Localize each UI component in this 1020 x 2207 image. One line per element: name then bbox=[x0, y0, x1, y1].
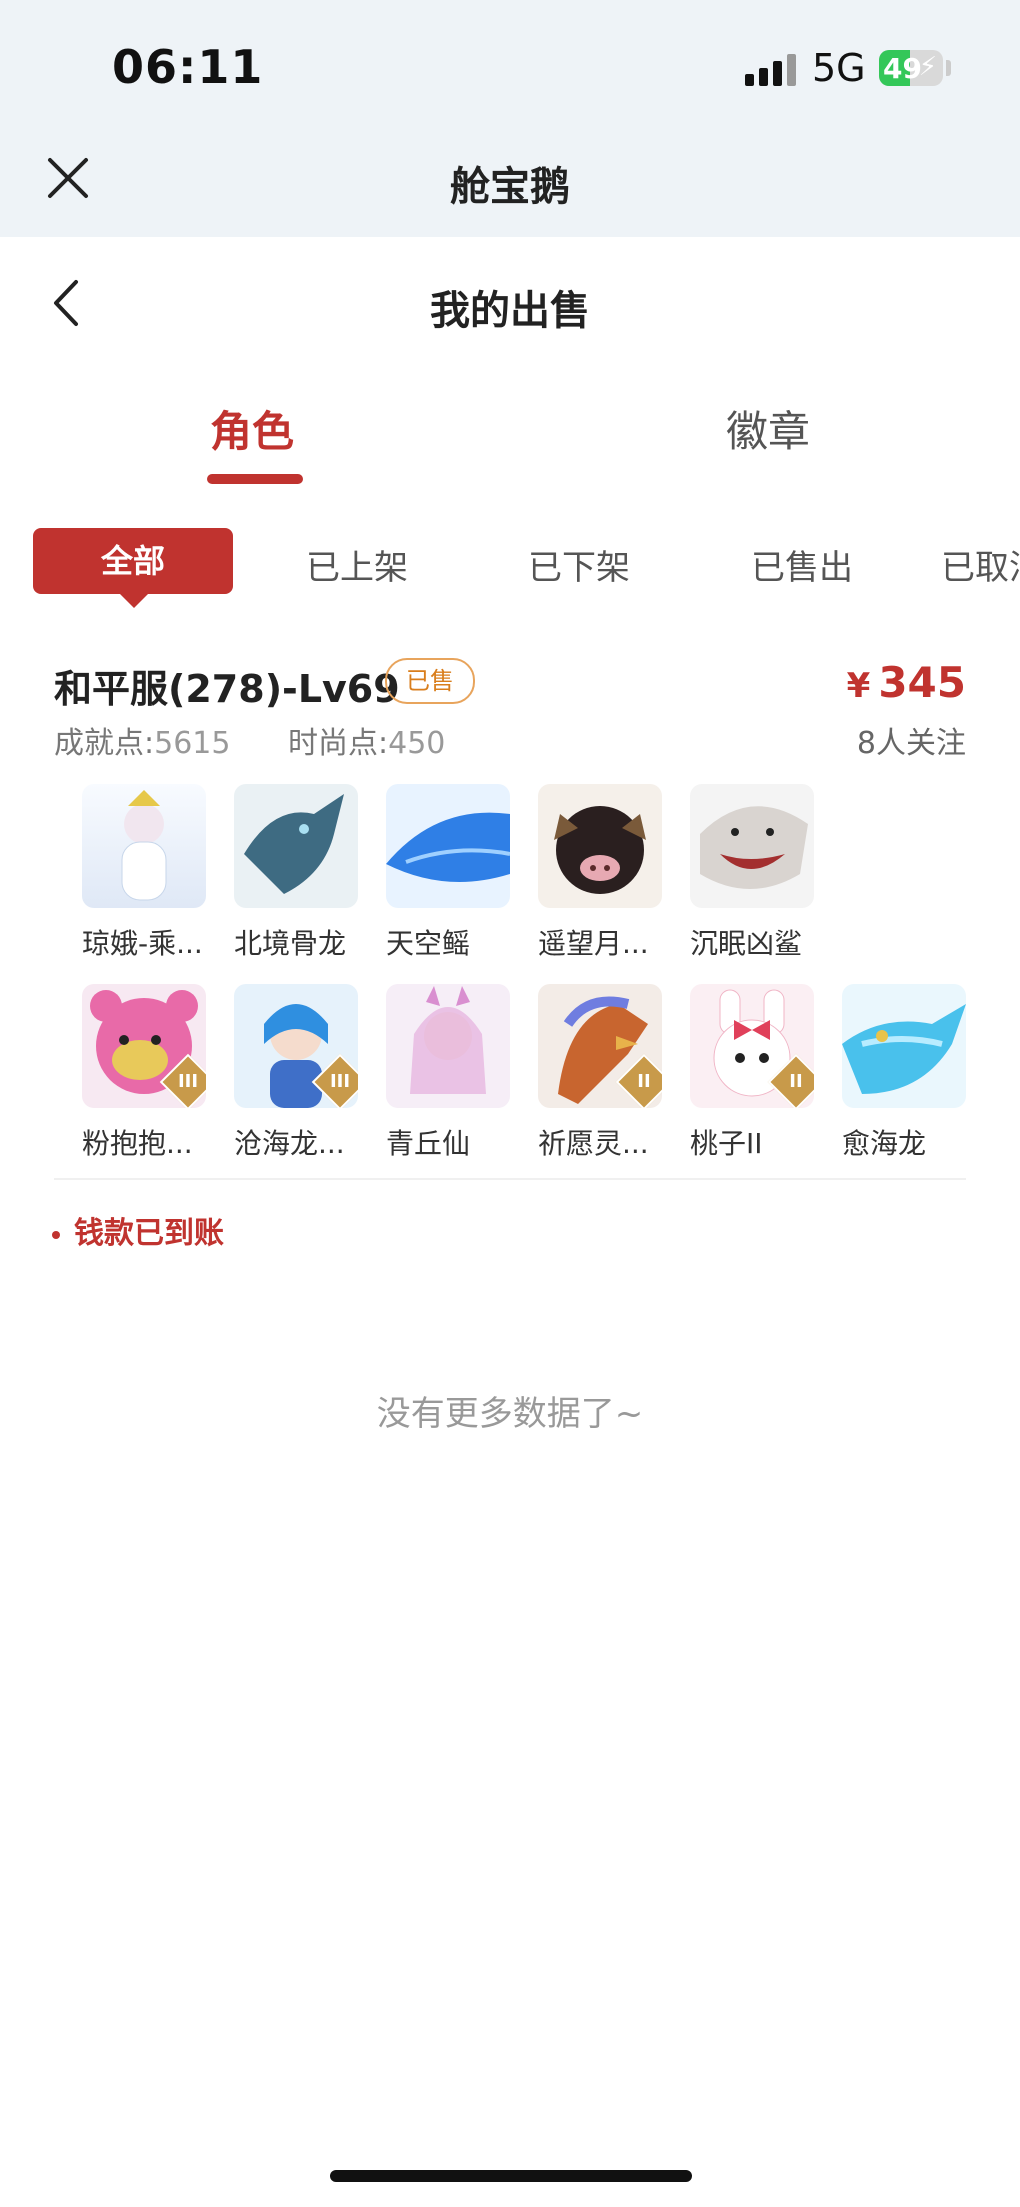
item-name: 北境骨龙 bbox=[234, 927, 347, 960]
no-more-data: 没有更多数据了~ bbox=[376, 1394, 644, 1434]
filter-delisted[interactable]: 已下架 bbox=[528, 540, 630, 589]
item-name: 祈愿灵... bbox=[538, 1127, 649, 1160]
item-image: III bbox=[234, 984, 358, 1108]
status-time: 06:11 bbox=[112, 40, 264, 94]
item-image bbox=[386, 984, 510, 1108]
charging-icon: ⚡ bbox=[918, 52, 937, 82]
item-card[interactable]: 青丘仙 bbox=[386, 984, 534, 1162]
filter-listed[interactable]: 已上架 bbox=[306, 540, 408, 589]
item-image bbox=[386, 784, 510, 908]
price-symbol: ¥ bbox=[846, 666, 871, 706]
item-name: 沧海龙... bbox=[234, 1127, 345, 1160]
achievement-value: 5615 bbox=[154, 726, 231, 761]
item-card[interactable]: 遥望月... bbox=[538, 784, 686, 962]
item-name: 琼娥-乘... bbox=[82, 927, 203, 960]
pig-icon bbox=[554, 806, 646, 894]
payment-status: 钱款已到账 bbox=[52, 1208, 224, 1252]
listing-price: ¥345 bbox=[847, 658, 966, 707]
fashion-label: 时尚点: bbox=[288, 726, 389, 761]
item-image bbox=[690, 784, 814, 908]
character-icon bbox=[410, 986, 486, 1094]
item-name: 青丘仙 bbox=[386, 1127, 471, 1160]
payment-status-label: 钱款已到账 bbox=[74, 1216, 224, 1251]
item-name: 愈海龙 bbox=[842, 1127, 927, 1160]
battery-tip bbox=[946, 60, 951, 76]
item-name: 遥望月... bbox=[538, 927, 649, 960]
item-card[interactable]: 天空鳐 bbox=[386, 784, 534, 962]
item-card[interactable]: 愈海龙 bbox=[842, 984, 990, 1162]
filter-all[interactable]: 全部 bbox=[33, 528, 233, 594]
tab-active-indicator bbox=[207, 474, 303, 484]
manta-icon bbox=[386, 812, 510, 882]
achievement-label: 成就点: bbox=[54, 726, 155, 761]
home-indicator[interactable] bbox=[330, 2170, 692, 2182]
item-card[interactable]: 沉眠凶鲨 bbox=[690, 784, 838, 962]
app-title: 舱宝鹅 bbox=[450, 164, 570, 210]
item-image: II bbox=[538, 984, 662, 1108]
status-badge: 已售 bbox=[385, 658, 475, 704]
filter-sold[interactable]: 已售出 bbox=[751, 540, 853, 589]
signal-icon bbox=[745, 52, 797, 86]
network-label: 5G bbox=[812, 46, 866, 90]
character-icon bbox=[121, 790, 167, 901]
achievement-points: 成就点:5615 bbox=[54, 718, 230, 762]
filter-cancelled[interactable]: 已取消 bbox=[941, 540, 1020, 589]
tab-badge[interactable]: 徽章 bbox=[726, 398, 810, 459]
battery-icon: 49 ⚡ bbox=[879, 50, 943, 86]
item-image bbox=[538, 784, 662, 908]
rank-label: II bbox=[789, 1071, 803, 1092]
rank-label: III bbox=[329, 1071, 351, 1092]
item-card[interactable]: III 粉抱抱... bbox=[82, 984, 230, 1162]
sea-dragon-icon bbox=[842, 1004, 966, 1094]
battery-level: 49 bbox=[883, 52, 922, 85]
item-image bbox=[842, 984, 966, 1108]
item-card[interactable]: II 桃子II bbox=[690, 984, 838, 1162]
item-name: 粉抱抱... bbox=[82, 1127, 193, 1160]
item-card[interactable]: 琼娥-乘... bbox=[82, 784, 230, 962]
status-dot bbox=[52, 1230, 60, 1239]
item-name: 天空鳐 bbox=[386, 927, 471, 960]
top-bar: 06:11 5G 49 ⚡ 舱宝鹅 bbox=[0, 0, 1020, 237]
rank-label: II bbox=[637, 1071, 651, 1092]
follower-count: 8人关注 bbox=[856, 726, 966, 761]
item-card[interactable]: 北境骨龙 bbox=[234, 784, 382, 962]
shark-icon bbox=[700, 806, 808, 889]
divider bbox=[54, 1178, 966, 1180]
item-image: II bbox=[690, 984, 814, 1108]
item-image: III bbox=[82, 984, 206, 1108]
item-card[interactable]: III 沧海龙... bbox=[234, 984, 382, 1162]
fashion-points: 时尚点:450 bbox=[288, 718, 445, 762]
filter-pointer bbox=[118, 592, 150, 608]
item-image bbox=[82, 784, 206, 908]
item-card[interactable]: II 祈愿灵... bbox=[538, 984, 686, 1162]
tab-role[interactable]: 角色 bbox=[210, 398, 294, 459]
fashion-value: 450 bbox=[388, 726, 446, 761]
listing-server[interactable]: 和平服(278)-Lv69 bbox=[54, 658, 400, 713]
item-name: 沉眠凶鲨 bbox=[690, 927, 803, 960]
dragon-icon bbox=[244, 794, 344, 894]
item-name: 桃子II bbox=[690, 1127, 763, 1160]
item-image bbox=[234, 784, 358, 908]
price-value: 345 bbox=[878, 658, 966, 707]
page-title: 我的出售 bbox=[430, 288, 590, 334]
rank-label: III bbox=[177, 1071, 199, 1092]
